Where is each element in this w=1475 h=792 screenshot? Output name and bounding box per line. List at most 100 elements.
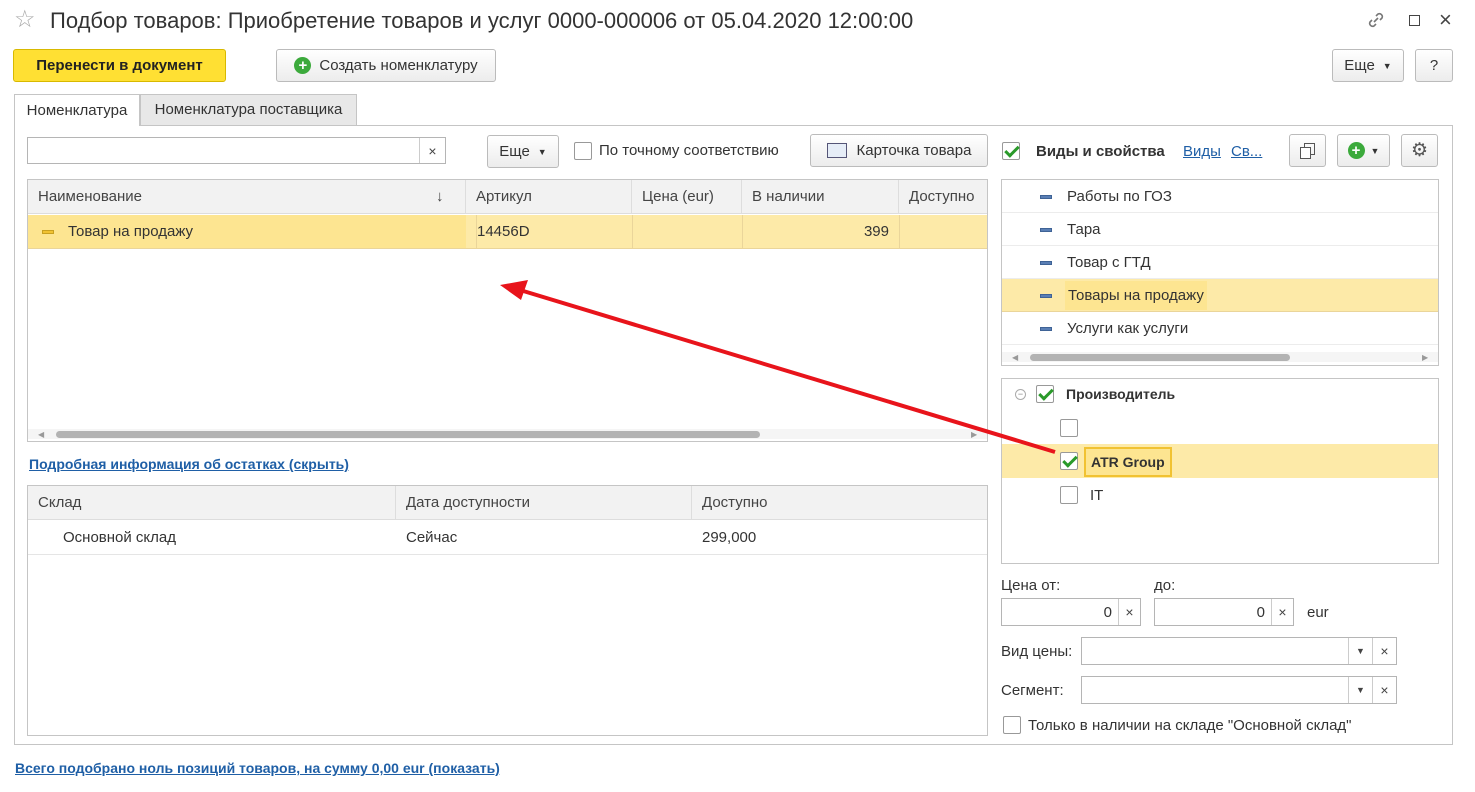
segment-select[interactable]: ▼ × — [1081, 676, 1397, 704]
sort-down-icon: ↓ — [436, 188, 444, 205]
row-warehouse: Основной склад — [63, 529, 177, 546]
goods-table-header: Наименование ↓ Артикул Цена (eur) В налич… — [28, 180, 987, 214]
search-input[interactable]: × — [27, 137, 446, 164]
col-article[interactable]: Артикул — [466, 180, 632, 214]
kinds-link[interactable]: Виды — [1183, 143, 1221, 160]
scroll-left-icon[interactable]: ◀ — [38, 430, 44, 439]
link-icon[interactable] — [1366, 10, 1386, 30]
kinds-properties-checkbox[interactable] — [1002, 142, 1020, 160]
manufacturer-label: Производитель — [1066, 386, 1176, 402]
price-to-value: 0 — [1256, 604, 1265, 621]
tab-supplier-nomenclature[interactable]: Номенклатура поставщика — [140, 94, 357, 125]
row-price — [632, 215, 742, 249]
price-type-select[interactable]: ▼ × — [1081, 637, 1397, 665]
table-row[interactable]: Товар на продажу 14456D 399 — [28, 215, 987, 249]
tab-nomenclature[interactable]: Номенклатура — [14, 94, 140, 126]
add-circle-icon: + — [1347, 142, 1365, 159]
more-button[interactable]: Еще ▼ — [1332, 49, 1404, 82]
in-stock-only-checkbox[interactable] — [1003, 716, 1021, 734]
kind-label: Товары на продажу — [1065, 281, 1207, 310]
goods-table: Наименование ↓ Артикул Цена (eur) В налич… — [27, 179, 988, 442]
properties-link[interactable]: Св... — [1231, 143, 1262, 160]
settings-button[interactable]: ⚙ — [1401, 134, 1438, 167]
scroll-left-icon[interactable]: ◀ — [1012, 353, 1018, 362]
price-to-input[interactable]: 0 × — [1154, 598, 1294, 626]
scroll-thumb[interactable] — [56, 431, 760, 438]
list-item[interactable]: Тара — [1002, 213, 1438, 246]
stock-details-link[interactable]: Подробная информация об остатках (скрыть… — [29, 456, 349, 472]
row-article: 14456D — [476, 215, 626, 249]
kinds-properties-title: Виды и свойства — [1036, 143, 1165, 160]
add-filter-button[interactable]: + ▼ — [1337, 134, 1390, 167]
manufacturer-checkbox[interactable] — [1036, 385, 1054, 403]
value-checkbox-it[interactable] — [1060, 486, 1078, 504]
help-button[interactable]: ? — [1415, 49, 1453, 82]
value-checkbox-empty[interactable] — [1060, 419, 1078, 437]
col-name-label: Наименование — [38, 188, 142, 205]
window-title: Подбор товаров: Приобретение товаров и у… — [50, 8, 914, 33]
chevron-down-icon: ▼ — [1370, 145, 1380, 156]
price-to-label: до: — [1154, 577, 1176, 594]
col-warehouse[interactable]: Склад — [28, 486, 396, 520]
table-row[interactable]: Основной склад Сейчас 299,000 — [28, 521, 987, 555]
value-label-it: IT — [1090, 487, 1104, 504]
kind-label: Товар с ГТД — [1067, 254, 1151, 271]
list-item[interactable]: Товары на продажу — [1002, 279, 1438, 312]
list-item[interactable]: Работы по ГОЗ — [1002, 180, 1438, 213]
goods-horizontal-scrollbar[interactable]: ◀ ▶ — [28, 429, 987, 439]
kind-marker-icon — [1040, 228, 1052, 232]
search-more-label: Еще — [499, 143, 530, 160]
chevron-down-icon[interactable]: ▼ — [1348, 677, 1372, 703]
kind-label: Тара — [1067, 221, 1101, 238]
price-from-input[interactable]: 0 × — [1001, 598, 1141, 626]
clear-price-to-icon[interactable]: × — [1271, 599, 1293, 625]
clear-search-icon[interactable]: × — [419, 138, 445, 163]
stock-table-header: Склад Дата доступности Доступно — [28, 486, 987, 520]
clear-price-from-icon[interactable]: × — [1118, 599, 1140, 625]
add-circle-icon: + — [294, 57, 312, 74]
favorite-star-icon[interactable]: ☆ — [14, 6, 36, 34]
col-stock-available[interactable]: Доступно — [692, 486, 987, 520]
col-available[interactable]: Доступно — [899, 180, 987, 214]
transfer-to-document-button[interactable]: Перенести в документ — [13, 49, 226, 82]
col-in-stock[interactable]: В наличии — [742, 180, 899, 214]
create-nomenclature-label: Создать номенклатуру — [319, 57, 478, 74]
row-available — [899, 215, 987, 249]
selection-summary-link[interactable]: Всего подобрано ноль позиций товаров, на… — [15, 760, 500, 776]
exact-match-checkbox[interactable] — [574, 142, 592, 160]
scroll-right-icon[interactable]: ▶ — [1422, 353, 1428, 362]
value-checkbox-atr-group[interactable] — [1060, 452, 1078, 470]
scroll-thumb[interactable] — [1030, 354, 1290, 361]
col-name[interactable]: Наименование ↓ — [28, 180, 466, 214]
value-label-atr-group: ATR Group — [1084, 447, 1172, 477]
price-from-label: Цена от: — [1001, 577, 1061, 594]
product-marker-icon — [42, 230, 54, 234]
col-availability-date[interactable]: Дата доступности — [396, 486, 692, 520]
product-card-button[interactable]: Карточка товара — [810, 134, 988, 167]
copy-icon — [1299, 142, 1316, 159]
list-item[interactable]: Услуги как услуги — [1002, 312, 1438, 345]
maximize-icon[interactable] — [1409, 15, 1420, 26]
close-icon[interactable]: × — [1439, 6, 1452, 34]
chevron-down-icon: ▼ — [1382, 60, 1392, 71]
price-from-value: 0 — [1103, 604, 1112, 621]
list-item[interactable]: Товар с ГТД — [1002, 246, 1438, 279]
copy-button[interactable] — [1289, 134, 1326, 167]
clear-price-type-icon[interactable]: × — [1372, 638, 1396, 664]
properties-tree: − Производитель ATR Group IT — [1001, 378, 1439, 564]
kind-marker-icon — [1040, 294, 1052, 298]
tab-supplier-nomenclature-label: Номенклатура поставщика — [154, 101, 343, 118]
col-price[interactable]: Цена (eur) — [632, 180, 742, 214]
scroll-right-icon[interactable]: ▶ — [971, 430, 977, 439]
chevron-down-icon[interactable]: ▼ — [1348, 638, 1372, 664]
create-nomenclature-button[interactable]: + Создать номенклатуру — [276, 49, 496, 82]
in-stock-only-label: Только в наличии на складе "Основной скл… — [1028, 717, 1352, 734]
product-card-label: Карточка товара — [856, 142, 972, 159]
stock-table: Склад Дата доступности Доступно Основной… — [27, 485, 988, 736]
clear-segment-icon[interactable]: × — [1372, 677, 1396, 703]
gear-icon: ⚙ — [1410, 140, 1429, 161]
kinds-horizontal-scrollbar[interactable]: ◀ ▶ — [1002, 352, 1438, 362]
collapse-icon[interactable]: − — [1015, 389, 1026, 400]
search-more-button[interactable]: Еще ▼ — [487, 135, 559, 168]
kind-marker-icon — [1040, 327, 1052, 331]
